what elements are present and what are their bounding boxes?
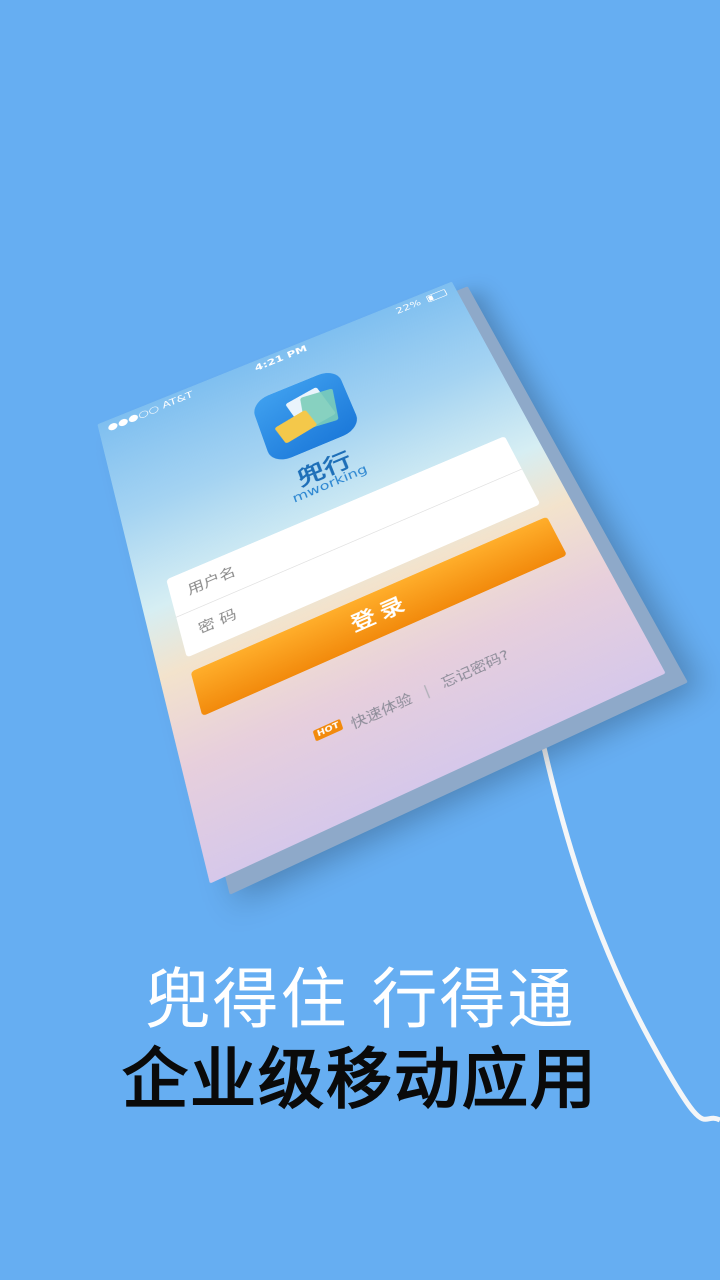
battery-status: 22%	[394, 288, 448, 316]
link-separator: |	[421, 682, 433, 700]
phone-screen: ●●●○○ AT&T 4:21 PM 22% 兜行 mworking 用户名 密…	[97, 281, 666, 884]
hot-badge: HOT	[312, 718, 344, 742]
quick-trial-link[interactable]: 快速体验	[349, 690, 415, 732]
battery-percent: 22%	[394, 298, 423, 317]
promo-headline: 企业级移动应用	[122, 1041, 598, 1118]
battery-icon	[425, 288, 448, 303]
forgot-password-link[interactable]: 忘记密码?	[439, 647, 512, 692]
